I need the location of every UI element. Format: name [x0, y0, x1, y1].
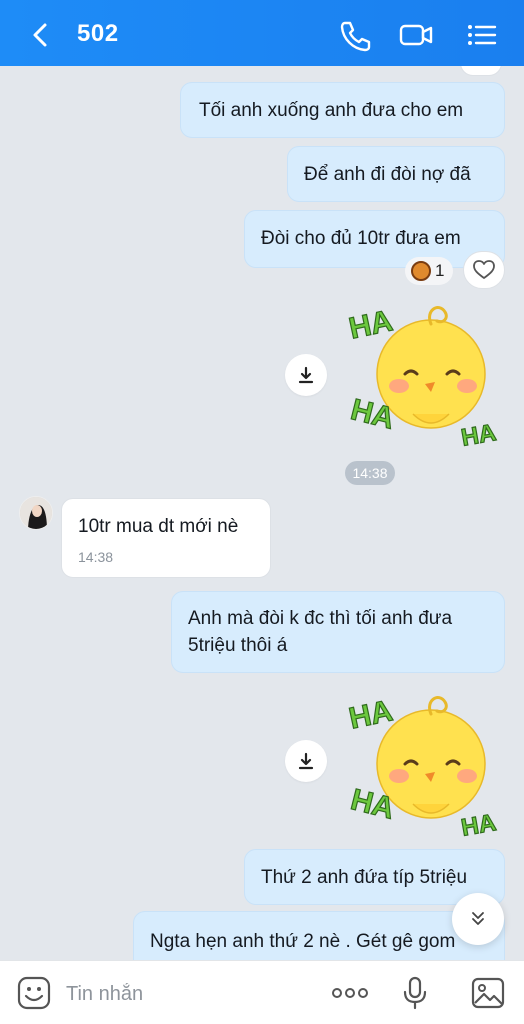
chat-header: 502	[0, 0, 524, 66]
sticker-text-top: HA	[346, 304, 395, 345]
message-bubble-incoming[interactable]: 10tr mua dt mới nè 14:38	[61, 498, 271, 578]
message-bubble-outgoing[interactable]: Ngta hẹn anh thứ 2 nè . Gét gê gom	[133, 911, 505, 960]
sticker-text-bottom-right: HA	[459, 809, 498, 842]
react-heart-button[interactable]	[463, 251, 505, 289]
back-arrow-icon[interactable]	[26, 18, 56, 52]
reaction-count: 1	[435, 261, 445, 280]
sticker-emoji-icon[interactable]	[16, 975, 52, 1011]
scroll-to-bottom-button[interactable]	[452, 893, 504, 945]
download-button[interactable]	[285, 354, 327, 396]
message-input[interactable]	[66, 979, 306, 1009]
message-composer	[0, 960, 524, 1024]
avatar[interactable]	[19, 496, 53, 530]
download-button[interactable]	[285, 740, 327, 782]
avatar-image	[20, 497, 52, 529]
message-text: Thứ 2 anh đứa típ 5triệu	[261, 867, 468, 888]
message-list[interactable]: Tối anh xuống anh đưa cho em Để anh đi đ…	[0, 66, 524, 960]
conversation-title: 502	[77, 20, 119, 47]
message-bubble-outgoing[interactable]: Để anh đi đòi nợ đã	[287, 146, 505, 202]
menu-list-icon[interactable]	[464, 18, 500, 52]
download-icon	[298, 752, 314, 770]
message-bubble-outgoing[interactable]: Anh mà đòi k đc thì tối anh đưa 5triệu t…	[171, 591, 505, 673]
message-text-line2: 5triệu thôi á	[188, 635, 288, 656]
heart-icon	[473, 260, 495, 279]
message-text-line1: Anh mà đòi k đc thì tối anh đưa	[188, 608, 453, 629]
message-text: Để anh đi đòi nợ đã	[304, 164, 471, 185]
message-text: Ngta hẹn anh thứ 2 nè . Gét gê gom	[150, 931, 456, 952]
double-chevron-down-icon	[472, 912, 484, 925]
more-options-icon[interactable]	[330, 983, 370, 1003]
message-text: Đòi cho đủ 10tr đưa em	[261, 228, 461, 249]
image-gallery-icon[interactable]	[470, 976, 506, 1010]
message-text: 10tr mua dt mới nè	[78, 516, 239, 537]
reaction-summary[interactable]: 1	[405, 257, 453, 285]
message-time: 14:38	[78, 549, 114, 565]
time-divider: 14:38	[345, 461, 395, 485]
message-bubble-outgoing[interactable]: Tối anh xuống anh đưa cho em	[180, 82, 505, 138]
sticker-text-top: HA	[346, 694, 395, 735]
message-text: Tối anh xuống anh đưa cho em	[199, 100, 464, 121]
laughing-emoji-icon	[411, 261, 431, 281]
download-icon	[298, 366, 314, 384]
haha-chick-sticker[interactable]: HA HA HA	[343, 294, 513, 464]
partial-reaction-button[interactable]	[460, 66, 502, 76]
microphone-icon[interactable]	[400, 975, 430, 1011]
video-call-icon[interactable]	[398, 18, 434, 52]
phone-icon[interactable]	[336, 18, 372, 52]
haha-chick-sticker[interactable]: HA HA HA	[343, 684, 513, 854]
sticker-text-bottom-right: HA	[459, 419, 498, 452]
